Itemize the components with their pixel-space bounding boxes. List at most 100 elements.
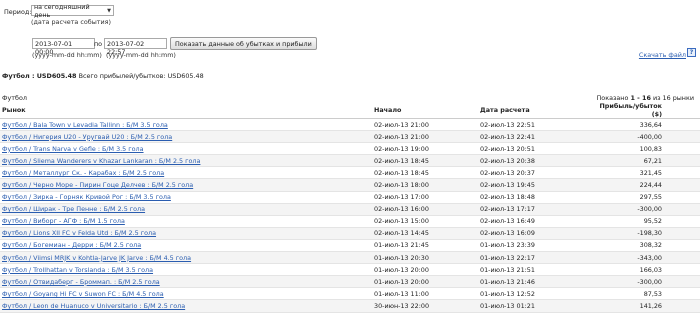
date-separator: по (94, 40, 103, 48)
settle-date-cell: 02-июл-13 17:17 (478, 203, 594, 216)
pnl-cell: 336,64 (594, 118, 700, 132)
pnl-cell: 297,55 (594, 191, 700, 204)
market-link[interactable]: Футбол / Отвидаберг - Броммап. : Б/М 2.5… (0, 275, 372, 289)
start-cell: 01-июл-13 20:00 (372, 275, 478, 289)
market-link[interactable]: Футбол / Зирка - Горняк Кривой Рог : Б/М… (0, 191, 372, 204)
start-cell: 30-июн-13 22:00 (372, 299, 478, 313)
header-pnl[interactable]: Прибыль/убыток ($) (594, 102, 700, 119)
table-row: Футбол / Виборг - АГФ : Б/М 1.5 гола 02-и… (0, 215, 700, 228)
table-row: Футбол / Ширак - Тре Пенне : Б/М 2.5 гол… (0, 203, 700, 216)
settle-date-cell: 02-июл-13 16:09 (478, 227, 594, 240)
table-row: Футбол / Trollhattan v Torslanda : Б/М 3… (0, 263, 700, 277)
settle-date-cell: 01-июл-13 22:17 (478, 251, 594, 265)
table-row: Футбол / Viimsi MRJK v Kohtla-Jarve JK J… (0, 251, 700, 265)
period-hint: (дата расчета события) (31, 18, 111, 26)
market-link[interactable]: Футбол / Trans Narva v Gefle : Б/М 3.5 г… (0, 142, 372, 156)
settle-date-cell: 02-июл-13 20:51 (478, 142, 594, 156)
market-link[interactable]: Футбол / Leon de Huanuco v Universitario… (0, 299, 372, 313)
market-link[interactable]: Футбол / Bala Town v Levadia Tallinn : Б… (0, 118, 372, 132)
table-row: Футбол / Черно Море - Пирин Гоце Делчев … (0, 178, 700, 192)
summary-line: Футбол : USD605.48 Всего прибылей/убытко… (2, 72, 204, 80)
market-link[interactable]: Футбол / Металлург Ск. - Карабах : Б/М 2… (0, 166, 372, 180)
market-link[interactable]: Футбол / Trollhattan v Torslanda : Б/М 3… (0, 263, 372, 277)
start-cell: 01-июл-13 20:00 (372, 263, 478, 277)
settle-date-cell: 02-июл-13 19:45 (478, 178, 594, 192)
shown-range: 1 - 16 (630, 94, 651, 102)
pnl-cell: -300,00 (594, 203, 700, 216)
market-link[interactable]: Футбол / Черно Море - Пирин Гоце Делчев … (0, 178, 372, 192)
markets-table: Рынок Начало Дата расчета Прибыль/убыток… (0, 102, 700, 313)
summary-title: Футбол : USD605.48 (2, 72, 77, 80)
market-link[interactable]: Футбол / Богемиан - Дерри : Б/М 2.5 гола (0, 239, 372, 253)
start-cell: 01-июл-13 11:00 (372, 287, 478, 301)
start-cell: 02-июл-13 17:00 (372, 191, 478, 204)
market-link[interactable]: Футбол / Нигерия U20 - Уругвай U20 : Б/М… (0, 130, 372, 144)
settle-date-cell: 01-июл-13 01:21 (478, 299, 594, 313)
market-link[interactable]: Футбол / Ширак - Тре Пенне : Б/М 2.5 гол… (0, 203, 372, 216)
pnl-cell: -300,00 (594, 275, 700, 289)
table-row: Футбол / Богемиан - Дерри : Б/М 2.5 гола… (0, 239, 700, 253)
start-cell: 02-июл-13 14:45 (372, 227, 478, 240)
period-select[interactable]: на сегодняшний день ▼ (31, 2, 114, 19)
table-row: Футбол / Bala Town v Levadia Tallinn : Б… (0, 118, 700, 132)
pnl-cell: 67,21 (594, 154, 700, 168)
pnl-cell: -198,30 (594, 227, 700, 240)
start-cell: 02-июл-13 15:00 (372, 215, 478, 228)
market-link[interactable]: Футбол / Goyang Hi FC v Suwon FC : Б/М 4… (0, 287, 372, 301)
category-label: Футбол (2, 94, 27, 102)
pnl-cell: 308,32 (594, 239, 700, 253)
settle-date-cell: 02-июл-13 20:37 (478, 166, 594, 180)
start-cell: 01-июл-13 21:45 (372, 239, 478, 253)
date-to-format-hint: (yyyy-mm-dd hh:mm) (106, 51, 176, 59)
table-row: Футбол / Зирка - Горняк Кривой Рог : Б/М… (0, 191, 700, 204)
header-settle-date[interactable]: Дата расчета (478, 102, 594, 119)
market-link[interactable]: Футбол / Viimsi MRJK v Kohtla-Jarve JK J… (0, 251, 372, 265)
start-cell: 02-июл-13 21:00 (372, 130, 478, 144)
start-cell: 02-июл-13 19:00 (372, 142, 478, 156)
start-cell: 02-июл-13 21:00 (372, 118, 478, 132)
date-to-input[interactable]: 2013-07-02 22:57 (104, 38, 167, 56)
pnl-cell: -400,00 (594, 130, 700, 144)
period-select-value: на сегодняшний день (34, 2, 90, 19)
settle-date-cell: 02-июл-13 16:49 (478, 215, 594, 228)
settle-date-cell: 02-июл-13 18:48 (478, 191, 594, 204)
table-row: Футбол / Lions XII FC v Felda Utd : Б/М … (0, 227, 700, 240)
period-label: Период: (4, 8, 32, 16)
pnl-cell: 141,26 (594, 299, 700, 313)
summary-total-value: USD605.48 (167, 72, 204, 80)
header-start[interactable]: Начало (372, 102, 478, 119)
date-from-format-hint: (yyyy-mm-dd hh:mm) (32, 51, 102, 59)
download-file-link[interactable]: Скачать файл (639, 51, 686, 59)
pnl-cell: -343,00 (594, 251, 700, 265)
chevron-down-icon: ▼ (107, 7, 111, 14)
pnl-cell: 100,83 (594, 142, 700, 156)
table-row: Футбол / Отвидаберг - Броммап. : Б/М 2.5… (0, 275, 700, 289)
table-row: Футбол / Sliema Wanderers v Khazar Lanka… (0, 154, 700, 168)
settle-date-cell: 02-июл-13 22:51 (478, 118, 594, 132)
start-cell: 02-июл-13 18:45 (372, 154, 478, 168)
pnl-cell: 166,03 (594, 263, 700, 277)
settle-date-cell: 01-июл-13 21:51 (478, 263, 594, 277)
shown-prefix: Показано (596, 94, 629, 102)
start-cell: 01-июл-13 20:30 (372, 251, 478, 265)
start-cell: 02-июл-13 18:45 (372, 166, 478, 180)
settle-date-cell: 01-июл-13 21:46 (478, 275, 594, 289)
table-row: Футбол / Металлург Ск. - Карабах : Б/М 2… (0, 166, 700, 180)
settle-date-cell: 02-июл-13 20:38 (478, 154, 594, 168)
pnl-cell: 87,53 (594, 287, 700, 301)
table-row: Футбол / Trans Narva v Gefle : Б/М 3.5 г… (0, 142, 700, 156)
show-pnl-button[interactable]: Показать данные об убытках и прибыли (170, 37, 317, 50)
market-link[interactable]: Футбол / Lions XII FC v Felda Utd : Б/М … (0, 227, 372, 240)
settle-date-cell: 01-июл-13 12:52 (478, 287, 594, 301)
header-market[interactable]: Рынок (0, 102, 372, 119)
pagination-info: Показано 1 - 16 из 16 рынки (597, 94, 695, 102)
table-row: Футбол / Нигерия U20 - Уругвай U20 : Б/М… (0, 130, 700, 144)
date-from-input[interactable]: 2013-07-01 00:00 (32, 38, 95, 56)
start-cell: 02-июл-13 18:00 (372, 178, 478, 192)
market-link[interactable]: Футбол / Виборг - АГФ : Б/М 1.5 гола (0, 215, 372, 228)
pnl-cell: 321,45 (594, 166, 700, 180)
market-link[interactable]: Футбол / Sliema Wanderers v Khazar Lanka… (0, 154, 372, 168)
help-icon[interactable]: ? (687, 48, 696, 57)
table-row: Футбол / Goyang Hi FC v Suwon FC : Б/М 4… (0, 287, 700, 301)
shown-suffix: из 16 рынки (652, 94, 694, 102)
